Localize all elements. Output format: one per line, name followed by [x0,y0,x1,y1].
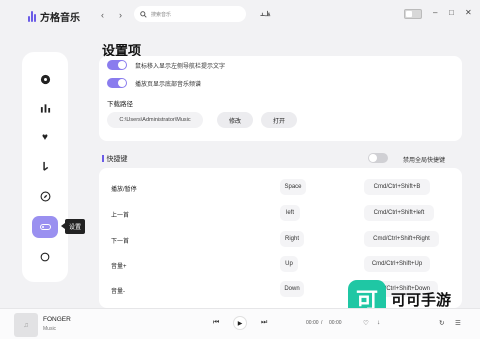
local-key-chip[interactable]: Right [280,231,304,247]
option-row: 播放页显示底部音乐频谱 [107,78,201,88]
chevron-left-icon[interactable]: ‹ [101,10,104,20]
sidebar-item-explore[interactable] [32,185,58,207]
shortcuts-header: 快捷键 禁用全局快捷键 [102,153,462,165]
maximize-icon[interactable]: □ [449,8,454,17]
artist-name[interactable]: Music [43,326,56,332]
global-key-chip[interactable]: Cmd/Ctrl+Shift+left [364,205,434,221]
watermark-text: 可可手游 [391,291,452,309]
search-input[interactable]: 搜索音乐 [134,6,246,22]
sidebar-item-settings[interactable] [32,216,58,238]
spectrum-toggle[interactable] [107,78,127,88]
total-time: 00:00 [329,320,342,326]
play-button[interactable]: ▶ [233,316,247,330]
global-key-chip[interactable]: Cmd/Ctrl+Shift+B [364,179,430,195]
sidebar-item-theme[interactable] [32,246,58,268]
shortcut-name: 播放/暂停 [111,187,137,193]
download-path-label: 下载路径 [107,101,133,108]
table-row: 上一首 left Cmd/Ctrl+Shift+left [99,205,462,223]
download-icon[interactable]: ↓ [377,319,380,326]
next-icon[interactable]: ⏭ [261,319,267,327]
chevron-right-icon[interactable]: › [119,10,122,20]
shortcut-name: 下一首 [111,239,130,245]
player-bar: ♫ FONGER Music ⏮ ▶ ⏭ 00:00 / 00:00 ♡ ↓ ↻… [0,308,480,339]
local-key-chip[interactable]: Up [280,256,298,272]
table-row: 下一首 Right Cmd/Ctrl+Shift+Right [99,231,462,249]
local-key-chip[interactable]: left [280,205,300,221]
global-shortcut-toggle[interactable] [368,153,388,163]
waveform-icon[interactable]: ⫠⫡ [260,9,270,19]
sidebar-item-favorites[interactable]: ♥ [32,126,58,148]
song-title[interactable]: FONGER [43,316,71,323]
minimize-icon[interactable]: – [433,8,437,17]
local-key-chip[interactable]: Down [280,281,304,297]
global-shortcut-label: 禁用全局快捷键 [403,158,446,164]
table-row: 音量+ Up Cmd/Ctrl+Shift+Up [99,256,462,274]
global-key-chip[interactable]: Cmd/Ctrl+Shift+Up [364,256,430,272]
search-icon [140,10,147,18]
option-label: 播放页显示底部音乐频谱 [135,81,202,88]
option-label: 鼠标移入显示左侧导航栏提示文字 [135,63,226,70]
shortcuts-title: 快捷键 [102,154,128,164]
like-icon[interactable]: ♡ [363,319,369,327]
current-time: 00:00 [306,320,319,326]
open-button[interactable]: 打开 [261,112,297,128]
close-icon[interactable]: ✕ [465,8,472,17]
heart-icon: ♥ [42,131,48,143]
shortcut-name: 上一首 [111,213,130,219]
mini-mode-toggle[interactable] [404,9,422,19]
shortcut-name: 音量+ [111,264,127,270]
sidebar-item-music[interactable] [32,68,58,90]
bar-chart-icon [40,104,50,113]
disc-icon [40,74,50,84]
general-settings-card: 鼠标移入显示左侧导航栏提示文字 播放页显示底部音乐频谱 下载路径 C:\User… [99,56,462,141]
download-icon [43,161,49,171]
sidebar-tooltip: 设置 [60,219,86,234]
album-cover[interactable]: ♫ [14,313,38,337]
app-logo: 方格音乐 [28,9,80,24]
sidebar-tip-toggle[interactable] [107,60,127,70]
local-key-chip[interactable]: Space [280,179,306,195]
download-path-field[interactable]: C:\Users\Administrator\Music [107,112,203,128]
sidebar-item-downloads[interactable] [32,155,58,177]
play-icon: ▶ [237,320,243,327]
option-row: 鼠标移入显示左侧导航栏提示文字 [107,60,225,70]
previous-icon[interactable]: ⏮ [213,319,219,327]
sidebar-item-charts[interactable] [32,97,58,119]
compass-icon [40,191,50,201]
loop-icon[interactable]: ↻ [439,319,444,327]
shortcut-name: 音量- [111,289,125,295]
app-name: 方格音乐 [40,13,80,24]
title-bar: 方格音乐 ‹ › 搜索音乐 ⫠⫡ – □ ✕ [0,0,480,30]
modify-button[interactable]: 修改 [217,112,253,128]
toggle-icon [39,224,51,230]
logo-icon [28,11,37,22]
search-placeholder: 搜索音乐 [151,11,172,18]
time-separator: / [321,320,323,326]
moon-icon [40,252,50,262]
sidebar: ♥ [22,52,68,282]
playlist-icon[interactable]: ☰ [455,319,461,327]
table-row: 播放/暂停 Space Cmd/Ctrl+Shift+B [99,179,462,197]
global-key-chip[interactable]: Cmd/Ctrl+Shift+Right [364,231,439,247]
